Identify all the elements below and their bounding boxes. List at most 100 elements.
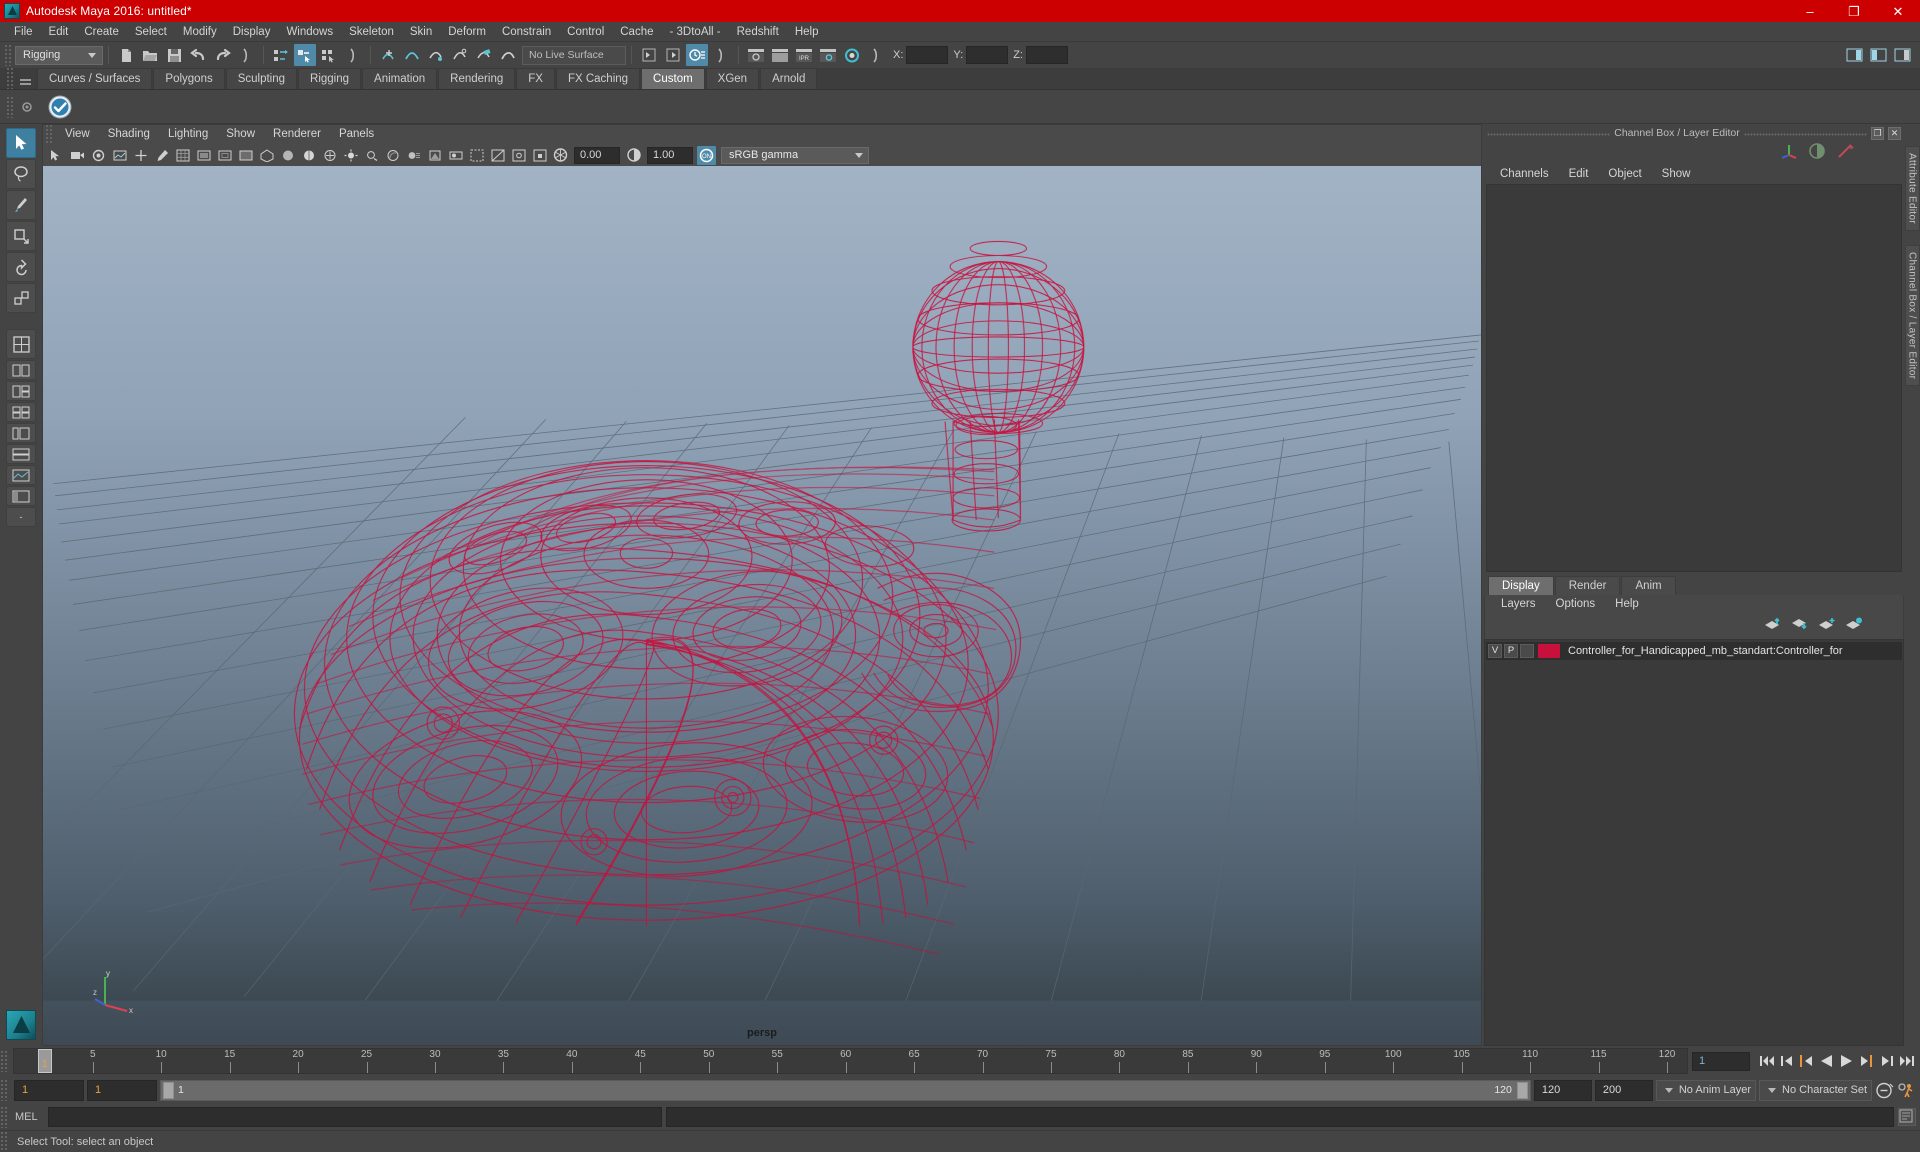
menu-skeleton[interactable]: Skeleton — [341, 22, 402, 42]
layer-tab-display[interactable]: Display — [1488, 575, 1554, 595]
layer-display-type-toggle[interactable] — [1520, 643, 1534, 658]
shade-all-icon[interactable] — [299, 146, 318, 165]
animation-end-time-field[interactable]: 200 — [1594, 1079, 1653, 1101]
gate-mask-icon[interactable] — [236, 146, 255, 165]
render-settings-icon[interactable] — [817, 44, 839, 66]
layout-single-pane-button[interactable] — [6, 329, 36, 359]
range-slider-bar[interactable]: 1 120 — [160, 1079, 1531, 1101]
time-playhead[interactable]: 1 — [38, 1049, 52, 1073]
menu-help[interactable]: Help — [787, 22, 827, 42]
undo-icon[interactable] — [187, 44, 209, 66]
use-all-lights-icon[interactable] — [341, 146, 360, 165]
axis-y-field[interactable] — [966, 46, 1009, 64]
viewport-menu-lighting[interactable]: Lighting — [159, 125, 217, 144]
rotate-tool-button[interactable] — [6, 252, 36, 282]
material-sphere-icon[interactable] — [1808, 142, 1826, 165]
grid-toggle-icon[interactable] — [173, 146, 192, 165]
show-channel-box-icon[interactable] — [1891, 44, 1913, 66]
snap-to-view-plane-icon[interactable] — [473, 44, 495, 66]
layer-row[interactable]: V P Controller_for_Handicapped_mb_standa… — [1486, 641, 1902, 660]
render-mask-icon[interactable] — [865, 44, 887, 66]
xray-active-components-icon[interactable] — [530, 146, 549, 165]
animation-curve-icon[interactable] — [1836, 142, 1854, 165]
viewport-gripper[interactable] — [45, 123, 53, 146]
step-forward-key-button[interactable] — [1877, 1051, 1896, 1071]
show-attribute-editor-icon[interactable] — [1843, 44, 1865, 66]
depth-of-field-icon[interactable] — [446, 146, 465, 165]
minimize-button[interactable]: – — [1788, 0, 1832, 22]
render-current-frame-icon[interactable] — [745, 44, 767, 66]
playback-end-time-field[interactable]: 120 — [1533, 1079, 1592, 1101]
color-profile-selector[interactable]: sRGB gamma — [721, 146, 869, 164]
textured-icon[interactable] — [320, 146, 339, 165]
layout-three-pane-button[interactable] — [6, 381, 36, 401]
menu-file[interactable]: File — [6, 22, 41, 42]
bookmark-icon[interactable] — [89, 146, 108, 165]
hierarchy-select-icon[interactable] — [270, 44, 292, 66]
new-scene-icon[interactable] — [115, 44, 137, 66]
viewport-3d-canvas[interactable]: y x z persp — [42, 166, 1482, 1046]
shadows-icon[interactable] — [362, 146, 381, 165]
go-to-end-button[interactable] — [1897, 1051, 1916, 1071]
current-frame-field[interactable]: 1 — [1692, 1051, 1750, 1071]
input-connections-icon[interactable] — [638, 44, 660, 66]
viewport-menu-view[interactable]: View — [56, 125, 99, 144]
command-line-gripper[interactable] — [0, 1106, 8, 1128]
smooth-shade-icon[interactable] — [278, 146, 297, 165]
snap-to-grid-icon[interactable] — [377, 44, 399, 66]
shelf-icons-gripper[interactable] — [6, 95, 14, 118]
command-input-field[interactable] — [47, 1107, 663, 1127]
menu-select[interactable]: Select — [127, 22, 175, 42]
color-management-toggle-icon[interactable]: ON — [697, 145, 716, 165]
animation-start-time-field[interactable]: 1 — [14, 1079, 84, 1101]
panel-restore-button[interactable]: ❐ — [1871, 126, 1884, 140]
script-editor-button[interactable] — [1898, 1108, 1916, 1126]
range-slider-gripper[interactable] — [0, 1079, 8, 1101]
ipr-render-icon[interactable]: IPR — [793, 44, 815, 66]
shelf-gripper[interactable] — [6, 67, 14, 89]
render-sequence-icon[interactable] — [769, 44, 791, 66]
wireframe-shaded-icon[interactable] — [257, 146, 276, 165]
menu-3dtoall[interactable]: - 3DtoAll - — [662, 22, 729, 42]
animation-preferences-icon[interactable] — [1897, 1080, 1916, 1100]
shelf-tab-xgen[interactable]: XGen — [705, 68, 760, 89]
motion-blur-icon[interactable] — [404, 146, 423, 165]
close-button[interactable]: ✕ — [1876, 0, 1920, 22]
panel-close-button[interactable]: ✕ — [1888, 126, 1901, 140]
command-language-label[interactable]: MEL — [11, 1111, 48, 1123]
resolution-gate-icon[interactable] — [215, 146, 234, 165]
exposure-icon[interactable] — [551, 146, 570, 165]
menu-windows[interactable]: Windows — [278, 22, 341, 42]
time-slider[interactable]: 1 5 10 15 20 25 30 35 40 45 50 55 60 65 70 75 80 85 90 95 1… — [13, 1048, 1688, 1074]
grease-pencil-icon[interactable] — [152, 146, 171, 165]
paint-select-tool-button[interactable] — [6, 190, 36, 220]
shelf-tab-custom[interactable]: Custom — [641, 68, 705, 89]
move-tool-button[interactable] — [6, 221, 36, 251]
shelf-tab-curves-surfaces[interactable]: Curves / Surfaces — [37, 68, 153, 89]
shelf-tab-rendering[interactable]: Rendering — [438, 68, 516, 89]
axis-x-field[interactable] — [906, 46, 949, 64]
menu-skin[interactable]: Skin — [402, 22, 440, 42]
new-layer-from-selected-icon[interactable] — [1845, 617, 1863, 636]
layer-tab-anim[interactable]: Anim — [1621, 575, 1676, 595]
layout-four-pane-button[interactable] — [6, 402, 36, 422]
axis-z-field[interactable] — [1025, 46, 1068, 64]
channelbox-menu-object[interactable]: Object — [1598, 165, 1651, 184]
layer-color-swatch[interactable] — [1538, 643, 1560, 658]
object-select-icon[interactable] — [294, 44, 316, 66]
shelf-tab-animation[interactable]: Animation — [362, 68, 438, 89]
layout-outliner-persp-button[interactable] — [6, 423, 36, 443]
layer-menu-help[interactable]: Help — [1605, 595, 1649, 614]
save-scene-icon[interactable] — [163, 44, 185, 66]
viewport-menu-panels[interactable]: Panels — [330, 125, 383, 144]
step-back-key-button[interactable] — [1777, 1051, 1796, 1071]
viewport-menu-show[interactable]: Show — [217, 125, 264, 144]
channelbox-menu-show[interactable]: Show — [1652, 165, 1701, 184]
live-surface-field[interactable]: No Live Surface — [522, 45, 626, 65]
transform-manip-icon[interactable] — [1780, 142, 1798, 165]
shelf-button-custom-tool[interactable] — [45, 92, 75, 122]
new-layer-icon[interactable] — [1818, 617, 1836, 636]
play-backwards-button[interactable] — [1817, 1051, 1836, 1071]
xray-icon[interactable] — [488, 146, 507, 165]
image-plane-icon[interactable] — [110, 146, 129, 165]
